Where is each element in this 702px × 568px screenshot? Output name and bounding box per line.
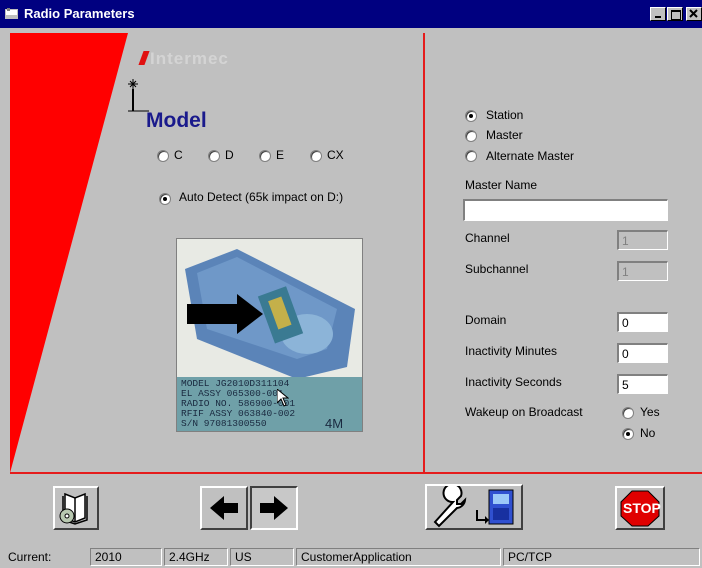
book-cd-icon <box>59 492 88 525</box>
title-bar[interactable]: Radio Parameters <box>0 0 702 28</box>
model-label-cx: CX <box>327 148 344 162</box>
status-cell-region: US <box>230 548 294 566</box>
model-label-d: D <box>225 148 234 162</box>
wrench-terminal-icon <box>433 483 514 528</box>
master-name-input[interactable] <box>463 199 668 221</box>
panel-divider-horizontal <box>10 472 702 474</box>
inactivity-minutes-label: Inactivity Minutes <box>465 344 558 358</box>
mode-radio-station[interactable] <box>465 110 477 122</box>
wakeup-radio-no[interactable] <box>622 428 634 440</box>
wakeup-label-yes: Yes <box>640 405 660 419</box>
subchannel-label: Subchannel <box>465 262 529 276</box>
intermec-logo-text: Intermec <box>150 49 229 68</box>
auto-detect-radio[interactable] <box>159 193 171 205</box>
maximize-button[interactable] <box>667 7 683 21</box>
model-radio-c[interactable] <box>157 150 169 162</box>
channel-label: Channel <box>465 231 510 245</box>
arrow-right-icon <box>260 496 288 520</box>
status-cell-year: 2010 <box>90 548 162 566</box>
status-cell-frequency: 2.4GHz <box>164 548 228 566</box>
photo-tag: 4M <box>325 416 344 431</box>
mode-label-master: Master <box>486 128 523 142</box>
minimize-button[interactable] <box>650 7 666 21</box>
stop-label: STOP <box>623 500 661 516</box>
wakeup-radio-yes[interactable] <box>622 407 634 419</box>
help-button[interactable] <box>53 486 99 530</box>
status-current-label: Current: <box>8 550 52 564</box>
status-cell-application: CustomerApplication <box>296 548 501 566</box>
wakeup-label-no: No <box>640 426 656 440</box>
inactivity-seconds-input[interactable]: 5 <box>617 374 668 394</box>
model-label-c: C <box>174 148 183 162</box>
radio-card-photo: MODEL JG2010D311104 EL ASSY 065300-001 R… <box>176 238 363 432</box>
mode-radio-master[interactable] <box>465 130 477 142</box>
status-cell-protocol: PC/TCP <box>503 548 700 566</box>
subchannel-input[interactable]: 1 <box>617 261 668 281</box>
forward-button[interactable] <box>250 486 298 530</box>
domain-input[interactable]: 0 <box>617 312 668 332</box>
photo-label-line: S/N 97081300550 <box>181 418 267 429</box>
close-button[interactable] <box>686 7 702 21</box>
mouse-cursor-icon <box>277 389 289 407</box>
model-label-e: E <box>276 148 285 162</box>
window-title: Radio Parameters <box>24 6 135 21</box>
model-heading: Model <box>146 109 207 132</box>
mode-radio-alternate-master[interactable] <box>465 150 477 162</box>
domain-label: Domain <box>465 313 507 327</box>
model-panel: Intermec Model C D E CX Auto Detect (65k… <box>10 33 424 473</box>
panel-divider-vertical <box>423 33 425 473</box>
window-app-icon[interactable] <box>5 8 18 19</box>
radio-parameters-window: Radio Parameters Intermec Model C D E CX… <box>0 0 702 568</box>
auto-detect-label: Auto Detect (65k impact on D:) <box>179 190 344 204</box>
status-bar: Current: 2010 2.4GHz US CustomerApplicat… <box>0 546 702 568</box>
wakeup-broadcast-label: Wakeup on Broadcast <box>465 405 583 419</box>
arrow-left-icon <box>210 496 238 520</box>
channel-input[interactable]: 1 <box>617 230 668 250</box>
stop-button[interactable]: STOP <box>615 486 665 530</box>
master-name-label: Master Name <box>465 178 538 192</box>
close-icon <box>689 9 698 18</box>
inactivity-minutes-input[interactable]: 0 <box>617 343 668 363</box>
model-radio-cx[interactable] <box>310 150 322 162</box>
inactivity-seconds-label: Inactivity Seconds <box>465 375 562 389</box>
model-radio-d[interactable] <box>208 150 220 162</box>
back-button[interactable] <box>200 486 248 530</box>
mode-label-station: Station <box>486 108 524 122</box>
mode-label-alternate-master: Alternate Master <box>486 149 575 163</box>
model-radio-e[interactable] <box>259 150 271 162</box>
configure-button[interactable] <box>425 483 523 530</box>
